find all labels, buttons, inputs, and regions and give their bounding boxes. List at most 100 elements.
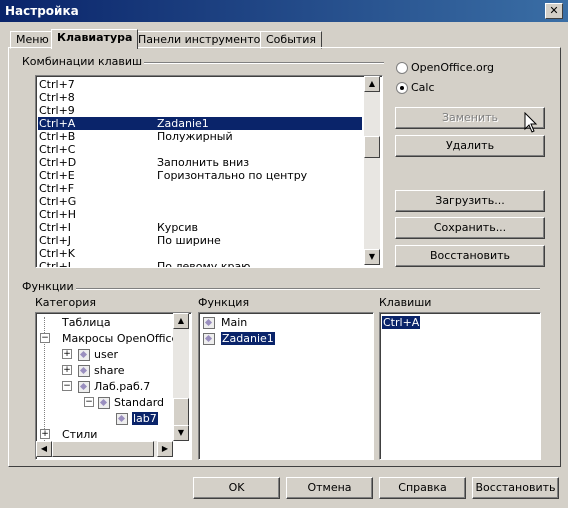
tree-item-lab7-library[interactable]: Лаб.раб.7 <box>94 380 150 393</box>
scroll-up-icon[interactable]: ▲ <box>364 76 380 92</box>
shortcut-function: Zadanie1 <box>157 117 209 130</box>
radio-openoffice-label[interactable]: OpenOffice.org <box>411 61 494 74</box>
shortcut-scrollbar[interactable]: ▲ ▼ <box>364 76 380 265</box>
shortcut-function: Курсив <box>157 221 198 234</box>
shortcut-row[interactable]: Ctrl+E Горизонтально по центру <box>38 169 362 182</box>
key-item[interactable]: Ctrl+A <box>382 316 421 329</box>
category-heading: Категория <box>35 296 96 309</box>
dialog-macro-icon <box>116 413 128 425</box>
window-title: Настройка <box>5 4 79 18</box>
tree-item-standard[interactable]: Standard <box>114 396 164 409</box>
tree-item-lab7-module[interactable]: lab7 <box>132 412 158 425</box>
tree-item-styles[interactable]: Стили <box>62 428 97 441</box>
shortcut-row[interactable]: Ctrl+8 <box>38 91 362 104</box>
dialog-macro-icon <box>78 381 90 393</box>
reset-button[interactable]: Восстановить <box>472 477 559 499</box>
function-item[interactable]: Main <box>221 316 247 329</box>
shortcut-row[interactable]: Ctrl+H <box>38 208 362 221</box>
radio-calc-label[interactable]: Calc <box>411 81 435 94</box>
shortcut-function: Заполнить вниз <box>157 156 250 169</box>
title-bar: Настройка ✕ <box>0 0 568 22</box>
shortcut-key: Ctrl+E <box>39 169 75 182</box>
shortcut-row[interactable]: Ctrl+C <box>38 143 362 156</box>
shortcut-key: Ctrl+A <box>39 117 76 130</box>
dialog-macro-icon <box>78 349 90 361</box>
tree-vscrollbar[interactable]: ▲ ▼ <box>173 313 189 441</box>
shortcuts-group-label: Комбинации клавиш <box>20 55 145 68</box>
expand-icon[interactable]: + <box>62 365 72 375</box>
shortcut-function: Горизонтально по центру <box>157 169 308 182</box>
shortcut-row[interactable]: Ctrl+B Полужирный <box>38 130 362 143</box>
collapse-icon[interactable]: − <box>84 397 94 407</box>
dialog-macro-icon <box>203 317 215 329</box>
shortcut-row[interactable]: Ctrl+9 <box>38 104 362 117</box>
dialog-macro-icon <box>78 365 90 377</box>
shortcut-key: Ctrl+I <box>39 221 72 234</box>
delete-button[interactable]: Удалить <box>395 135 545 157</box>
scroll-thumb[interactable] <box>364 136 380 158</box>
shortcut-row[interactable]: Ctrl+I Курсив <box>38 221 362 234</box>
expand-icon[interactable]: + <box>62 349 72 359</box>
restore-button[interactable]: Восстановить <box>395 245 545 267</box>
tree-item-table[interactable]: Таблица <box>62 316 111 329</box>
tree-item-user[interactable]: user <box>94 348 118 361</box>
keys-list[interactable]: Ctrl+A <box>379 312 541 460</box>
scroll-left-icon[interactable]: ◀ <box>36 441 52 457</box>
shortcut-key: Ctrl+D <box>39 156 77 169</box>
function-list[interactable]: Main Zadanie1 <box>198 312 374 460</box>
shortcut-row[interactable]: Ctrl+G <box>38 195 362 208</box>
shortcut-key: Ctrl+L <box>39 260 74 268</box>
shortcut-key: Ctrl+8 <box>39 91 75 104</box>
expand-icon[interactable]: + <box>40 429 50 439</box>
shortcut-function: По ширине <box>157 234 221 247</box>
radio-icon[interactable] <box>396 62 408 74</box>
shortcut-row[interactable]: Ctrl+J По ширине <box>38 234 362 247</box>
scroll-thumb[interactable] <box>52 441 154 457</box>
save-button[interactable]: Сохранить... <box>395 217 545 239</box>
help-button[interactable]: Справка <box>379 477 466 499</box>
function-item[interactable]: Zadanie1 <box>221 332 275 345</box>
tree-item-share[interactable]: share <box>94 364 125 377</box>
shortcut-row[interactable]: Ctrl+K <box>38 247 362 260</box>
shortcut-function: Полужирный <box>157 130 233 143</box>
scroll-right-icon[interactable]: ▶ <box>157 441 173 457</box>
load-button[interactable]: Загрузить... <box>395 190 545 212</box>
collapse-icon[interactable]: − <box>40 333 50 343</box>
shortcut-key: Ctrl+9 <box>39 104 75 117</box>
shortcut-list[interactable]: Ctrl+7 Ctrl+8 Ctrl+9 Ctrl+A Zadanie1 Ctrl+B По… <box>35 75 383 268</box>
shortcut-key: Ctrl+C <box>39 143 76 156</box>
group-divider <box>22 288 540 290</box>
shortcut-key: Ctrl+K <box>39 247 76 260</box>
functions-group-label: Функции <box>20 280 76 293</box>
cancel-button[interactable]: Отмена <box>286 477 373 499</box>
replace-button[interactable]: Заменить <box>395 107 545 129</box>
dialog-macro-icon <box>98 397 110 409</box>
shortcut-key: Ctrl+F <box>39 182 75 195</box>
scroll-down-icon[interactable]: ▼ <box>364 249 380 265</box>
shortcut-key: Ctrl+G <box>39 195 77 208</box>
mouse-pointer-icon <box>524 112 538 133</box>
ok-button[interactable]: OK <box>193 477 280 499</box>
shortcut-row[interactable]: Ctrl+F <box>38 182 362 195</box>
shortcut-key: Ctrl+J <box>39 234 72 247</box>
function-heading: Функция <box>198 296 250 309</box>
shortcut-row[interactable]: Ctrl+A Zadanie1 <box>38 117 362 130</box>
radio-icon[interactable] <box>396 82 408 94</box>
shortcut-key: Ctrl+7 <box>39 78 75 91</box>
category-tree[interactable]: Таблица − Макросы OpenOffice.o + user + … <box>35 312 192 460</box>
tree-hscrollbar[interactable]: ◀ ▶ <box>36 441 173 457</box>
scroll-up-icon[interactable]: ▲ <box>173 313 189 329</box>
keys-heading: Клавиши <box>379 296 432 309</box>
shortcut-row[interactable]: Ctrl+L По левому краю <box>38 260 362 268</box>
shortcut-row[interactable]: Ctrl+7 <box>38 78 362 91</box>
tab-keyboard[interactable]: Клавиатура <box>51 29 139 49</box>
close-icon[interactable]: ✕ <box>545 3 563 19</box>
scroll-down-icon[interactable]: ▼ <box>173 425 189 441</box>
dialog-macro-icon <box>203 333 215 345</box>
tree-item-oo-macros[interactable]: Макросы OpenOffice.o <box>62 332 189 345</box>
scroll-thumb[interactable] <box>173 398 189 427</box>
collapse-icon[interactable]: − <box>62 381 72 391</box>
shortcut-row[interactable]: Ctrl+D Заполнить вниз <box>38 156 362 169</box>
shortcut-function: По левому краю <box>157 260 251 268</box>
shortcut-key: Ctrl+H <box>39 208 77 221</box>
